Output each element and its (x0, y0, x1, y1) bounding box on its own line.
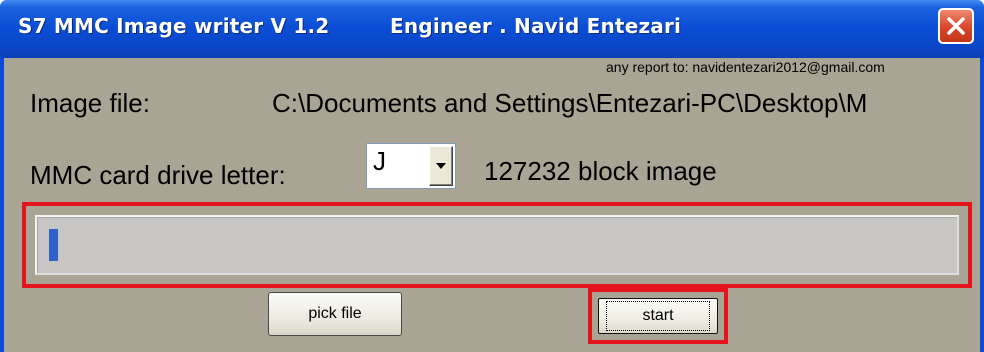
drive-letter-label: MMC card drive letter: (30, 160, 286, 190)
progress-highlight (22, 202, 972, 288)
window-title: S7 MMC Image writer V 1.2 (18, 14, 330, 38)
app-window: S7 MMC Image writer V 1.2 Engineer . Nav… (0, 0, 984, 352)
close-icon (947, 17, 965, 35)
drive-dropdown-button[interactable] (429, 146, 453, 186)
image-file-label: Image file: (30, 88, 150, 118)
start-highlight: start (588, 288, 728, 344)
pick-file-button[interactable]: pick file (268, 292, 402, 336)
start-button[interactable]: start (598, 298, 718, 334)
drive-letter-select[interactable]: J (366, 143, 456, 189)
progress-fill (49, 229, 58, 261)
report-contact: any report to: navidentezari2012@gmail.c… (606, 59, 885, 75)
title-bar[interactable]: S7 MMC Image writer V 1.2 Engineer . Nav… (0, 0, 984, 58)
client-area: any report to: navidentezari2012@gmail.c… (4, 58, 980, 352)
chevron-down-icon (436, 163, 446, 169)
progress-bar (35, 215, 959, 275)
drive-letter-value: J (373, 146, 386, 176)
image-file-path: C:\Documents and Settings\Entezari-PC\De… (272, 88, 868, 118)
block-count: 127232 block image (484, 156, 717, 186)
close-button[interactable] (938, 8, 974, 44)
start-button-label: start (606, 301, 710, 331)
window-subtitle: Engineer . Navid Entezari (390, 14, 682, 38)
